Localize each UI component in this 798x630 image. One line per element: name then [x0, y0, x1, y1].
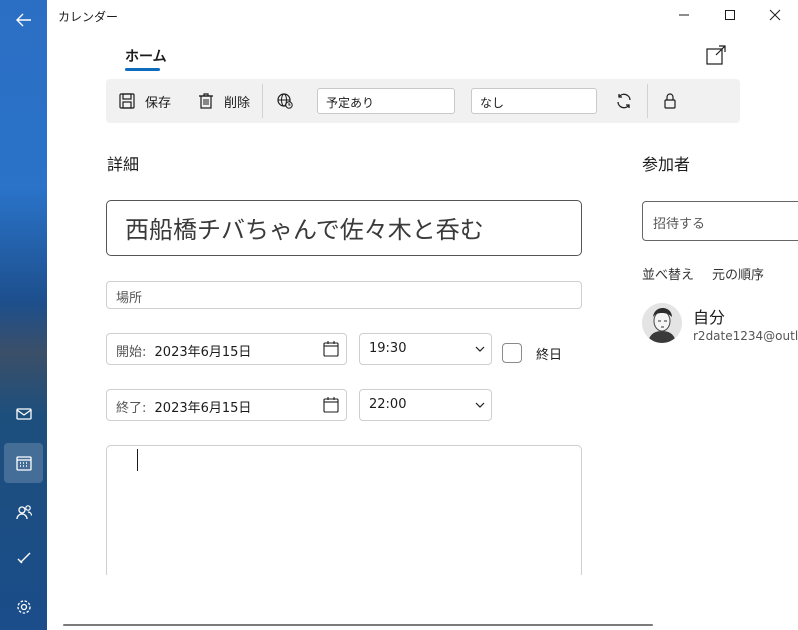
popout-icon[interactable]: [705, 44, 727, 66]
people-icon: [15, 505, 32, 520]
invite-placeholder: 招待する: [653, 217, 706, 232]
maximize-button[interactable]: [707, 0, 753, 30]
show-as-select[interactable]: 予定あり: [317, 88, 455, 114]
toolbar-divider: [647, 84, 648, 118]
close-icon: [769, 9, 781, 21]
end-time-select[interactable]: 22:00: [359, 389, 492, 421]
calendar-window: カレンダー ホーム 保存 削除 予定あり なし 詳細 西船橋チバちゃんで佐々木と…: [0, 0, 798, 630]
reminder-select[interactable]: なし: [471, 88, 597, 114]
event-title-text: 西船橋チバちゃんで佐々木と呑む: [125, 216, 484, 244]
location-input[interactable]: 場所: [106, 281, 582, 309]
todo-check-icon: [17, 552, 30, 564]
mail-icon: [15, 408, 32, 420]
content-bottom-edge: [47, 575, 798, 630]
mail-button[interactable]: [0, 394, 47, 434]
calendar-nav-button[interactable]: [4, 443, 43, 483]
navigation-rail: [0, 0, 47, 630]
start-date-picker[interactable]: 開始: 2023年6月15日: [106, 333, 347, 365]
calendar-picker-icon: [323, 341, 339, 357]
globe-status-icon[interactable]: [276, 92, 294, 110]
gear-icon: [16, 600, 31, 614]
toolbar: 保存 削除 予定あり なし: [106, 79, 740, 123]
calendar-icon: [15, 456, 32, 471]
text-caret: [137, 449, 138, 471]
attendee-name[interactable]: 自分: [693, 304, 725, 328]
reminder-value: なし: [480, 96, 505, 110]
sort-order-button[interactable]: 元の順序: [712, 264, 764, 283]
attendees-heading: 参加者: [642, 155, 691, 174]
settings-button[interactable]: [0, 587, 47, 627]
all-day-label: 終日: [536, 348, 563, 363]
minimize-icon: [679, 14, 689, 16]
repeat-icon[interactable]: [615, 92, 633, 110]
todo-button[interactable]: [0, 538, 47, 578]
avatar-portrait-icon: [642, 303, 682, 343]
attendee-email: r2date1234@outlo: [693, 329, 798, 343]
calendar-picker-icon: [323, 397, 339, 413]
start-date-value: 2023年6月15日: [154, 345, 252, 360]
end-date-picker[interactable]: 終了: 2023年6月15日: [106, 389, 347, 421]
delete-button[interactable]: 削除: [197, 79, 250, 123]
minimize-button[interactable]: [661, 0, 707, 30]
start-label: 開始:: [116, 345, 147, 360]
close-button[interactable]: [752, 0, 798, 30]
all-day-checkbox[interactable]: [502, 343, 522, 363]
event-title-input[interactable]: 西船橋チバちゃんで佐々木と呑む: [106, 200, 582, 256]
maximize-icon: [725, 10, 735, 20]
delete-label: 削除: [224, 95, 251, 111]
trash-icon: [199, 93, 213, 109]
end-label: 終了:: [116, 401, 147, 416]
save-label: 保存: [145, 95, 172, 111]
toolbar-divider: [262, 84, 263, 118]
sort-label: 並べ替え: [642, 268, 695, 283]
invite-input[interactable]: 招待する: [642, 201, 798, 241]
chevron-down-icon: [475, 346, 485, 352]
details-heading: 詳細: [107, 155, 140, 174]
tab-home[interactable]: ホーム: [125, 46, 167, 66]
title-bar: カレンダー: [47, 0, 798, 32]
app-title: カレンダー: [58, 10, 119, 24]
save-button[interactable]: 保存: [118, 79, 171, 123]
back-arrow-icon: [15, 13, 31, 27]
show-as-value: 予定あり: [326, 96, 375, 110]
location-placeholder: 場所: [116, 291, 143, 306]
tab-selected-indicator: [125, 68, 160, 71]
save-icon: [119, 93, 135, 109]
avatar: [642, 303, 682, 343]
end-time-value: 22:00: [369, 397, 407, 412]
chevron-down-icon: [475, 402, 485, 408]
back-button[interactable]: [0, 0, 47, 40]
horizontal-scrollbar[interactable]: [63, 624, 653, 626]
end-date-value: 2023年6月15日: [154, 401, 252, 416]
people-button[interactable]: [0, 492, 47, 532]
lock-icon[interactable]: [661, 92, 679, 110]
start-time-value: 19:30: [369, 341, 407, 356]
notes-editor[interactable]: [106, 445, 582, 585]
start-time-select[interactable]: 19:30: [359, 333, 492, 365]
